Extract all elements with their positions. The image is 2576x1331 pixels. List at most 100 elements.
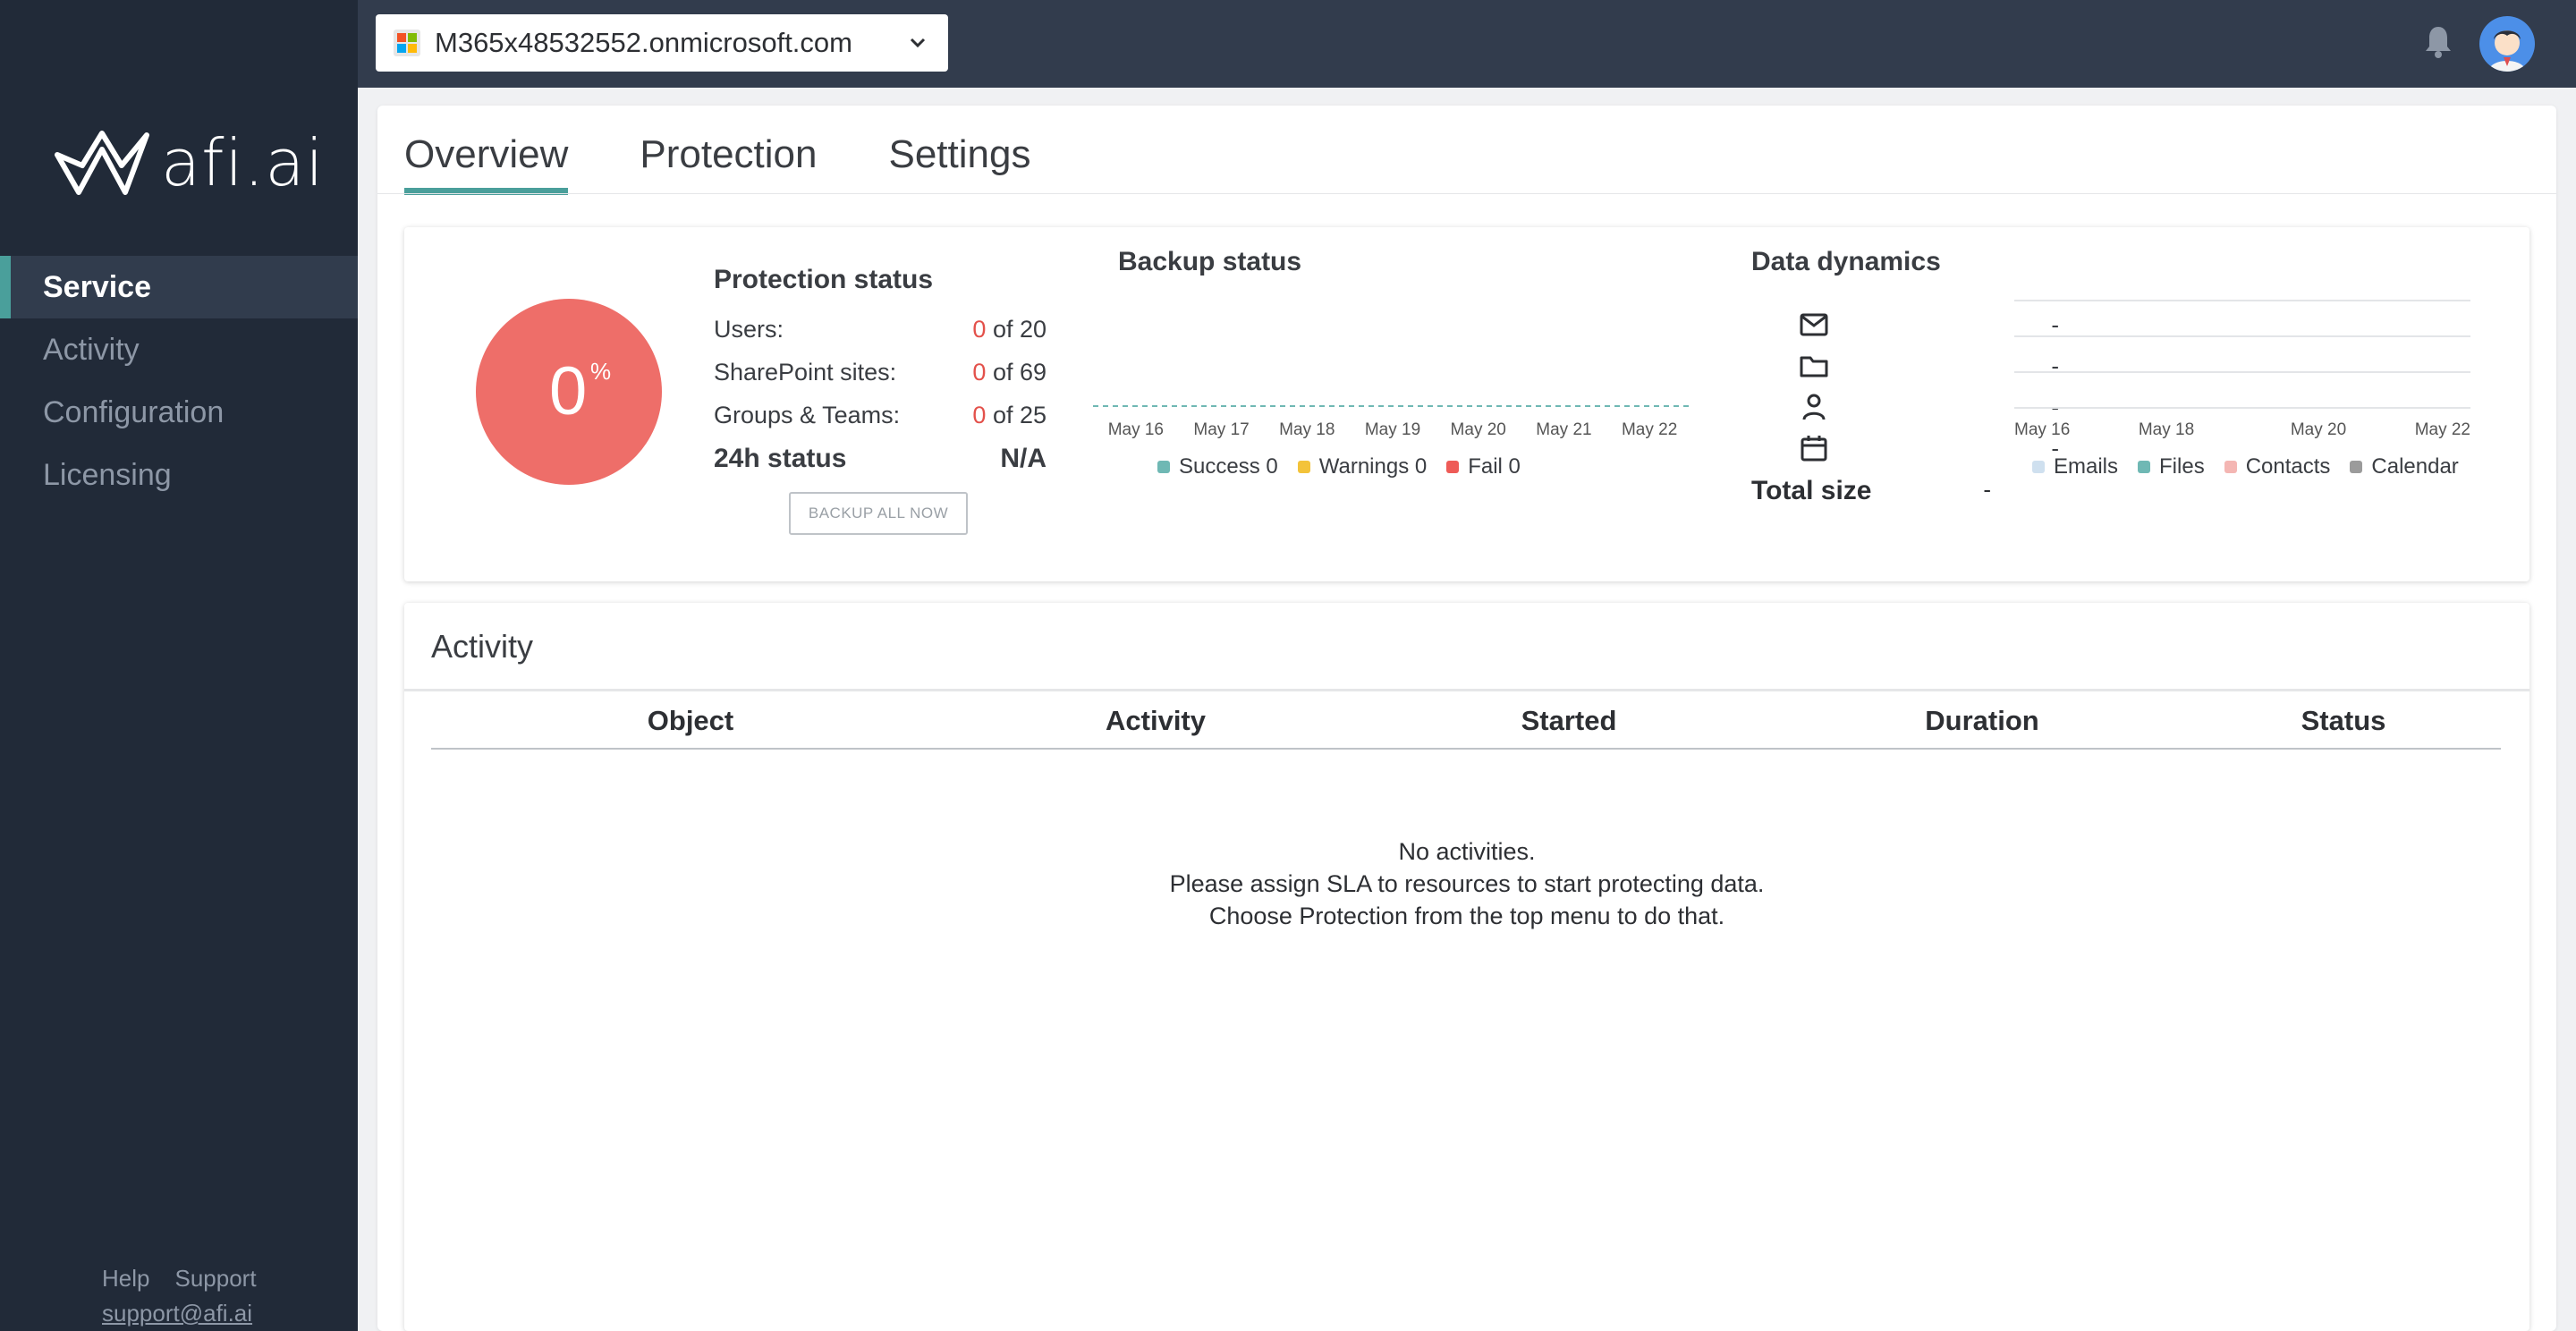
x-tick-label: May 16 xyxy=(1108,420,1164,439)
help-link[interactable]: Help xyxy=(102,1265,149,1293)
brand-logo[interactable]: afi.ai xyxy=(52,125,324,200)
legend-success-label: Success 0 xyxy=(1179,454,1278,479)
total-size-label: Total size xyxy=(1751,476,1872,505)
top-bar: M365x48532552.onmicrosoft.com xyxy=(358,0,2576,88)
x-tick-label: May 20 xyxy=(2291,420,2346,439)
activity-divider xyxy=(404,689,2529,691)
sharepoint-label: SharePoint sites: xyxy=(714,358,897,386)
protection-percent-circle: 0 % xyxy=(476,299,662,485)
legend-warnings-label: Warnings 0 xyxy=(1318,454,1428,479)
brand-name: afi.ai xyxy=(161,125,325,200)
x-tick-label: May 22 xyxy=(2415,420,2470,439)
percent-sign: % xyxy=(590,358,612,385)
legend-contacts[interactable]: Contacts xyxy=(2224,454,2331,479)
groups-count: 0 xyxy=(972,401,987,428)
empty-state: No activities. Please assign SLA to reso… xyxy=(404,835,2529,932)
column-duration[interactable]: Duration xyxy=(1925,705,2038,737)
x-tick-label: May 18 xyxy=(1279,420,1335,439)
overview-card: 0 % Protection status Users: 0 of 20 Sha… xyxy=(404,227,2529,581)
legend-contacts-label: Contacts xyxy=(2245,454,2331,479)
data-dynamics-legend: Emails Files Contacts Calendar xyxy=(2032,454,2459,479)
data-dynamics-title: Data dynamics xyxy=(1751,247,1941,276)
tabs-divider xyxy=(377,193,2556,194)
x-tick-label: May 16 xyxy=(2014,420,2070,439)
legend-emails-label: Emails xyxy=(2054,454,2119,479)
24h-status-label: 24h status xyxy=(714,444,847,473)
users-row: Users: 0 of 20 xyxy=(714,308,1046,351)
tenant-selector[interactable]: M365x48532552.onmicrosoft.com xyxy=(376,14,948,72)
protection-status-title: Protection status xyxy=(714,265,934,294)
users-total: of 20 xyxy=(992,315,1046,343)
24h-status-value: N/A xyxy=(1000,444,1046,473)
support-email-link[interactable]: support@afi.ai xyxy=(102,1300,257,1327)
legend-fail[interactable]: Fail 0 xyxy=(1446,454,1521,479)
x-tick-label: May 18 xyxy=(2139,420,2194,439)
sidebar-item-licensing[interactable]: Licensing xyxy=(0,444,358,506)
folder-icon xyxy=(1800,356,1828,377)
activity-card: Activity Object Activity Started Duratio… xyxy=(404,603,2529,1331)
sidebar-nav: Service Activity Configuration Licensing xyxy=(0,256,358,506)
legend-files[interactable]: Files xyxy=(2138,454,2205,479)
sharepoint-count: 0 xyxy=(972,358,987,386)
total-size-value: - xyxy=(1983,476,1991,503)
chevron-down-icon xyxy=(910,38,926,48)
microsoft-logo-icon xyxy=(394,30,420,56)
24h-status-row: 24h status N/A xyxy=(714,444,1046,474)
tabs: Overview Protection Settings xyxy=(404,132,1030,195)
legend-calendar[interactable]: Calendar xyxy=(2350,454,2459,479)
x-tick-label: May 20 xyxy=(1451,420,1506,439)
tab-overview[interactable]: Overview xyxy=(404,132,569,195)
legend-files-label: Files xyxy=(2159,454,2205,479)
legend-calendar-label: Calendar xyxy=(2371,454,2459,479)
legend-fail-label: Fail 0 xyxy=(1468,454,1521,479)
crown-icon xyxy=(55,131,149,195)
main-panel: Overview Protection Settings 0 % Protect… xyxy=(377,106,2556,1331)
activity-title: Activity xyxy=(431,628,534,665)
backup-status-title: Backup status xyxy=(1118,247,1302,276)
column-object[interactable]: Object xyxy=(648,705,733,737)
legend-emails[interactable]: Emails xyxy=(2032,454,2118,479)
sidebar-item-activity[interactable]: Activity xyxy=(0,318,358,381)
tab-settings[interactable]: Settings xyxy=(888,132,1030,195)
data-dynamics-chart: May 16 May 18 May 20 May 22 xyxy=(2014,300,2470,439)
total-size-row: Total size - xyxy=(1751,476,1991,506)
legend-success[interactable]: Success 0 xyxy=(1157,454,1278,479)
x-tick-label: May 21 xyxy=(1536,420,1591,439)
x-tick-label: May 22 xyxy=(1622,420,1677,439)
empty-state-line-1: No activities. xyxy=(1398,838,1536,865)
x-tick-label: May 17 xyxy=(1193,420,1249,439)
empty-state-line-3: Choose Protection from the top menu to d… xyxy=(1208,903,1725,929)
mail-icon xyxy=(1800,313,1828,336)
tenant-name: M365x48532552.onmicrosoft.com xyxy=(435,27,852,58)
empty-state-line-2: Please assign SLA to resources to start … xyxy=(1169,870,1765,897)
column-status[interactable]: Status xyxy=(2301,705,2386,737)
protection-status: Protection status Users: 0 of 20 SharePo… xyxy=(714,265,1046,474)
sidebar-item-service[interactable]: Service xyxy=(0,256,358,318)
calendar-icon xyxy=(1801,436,1827,462)
groups-total: of 25 xyxy=(992,401,1046,428)
bell-icon[interactable] xyxy=(2424,25,2453,59)
users-label: Users: xyxy=(714,315,784,343)
groups-label: Groups & Teams: xyxy=(714,401,901,428)
users-count: 0 xyxy=(972,315,987,343)
column-activity[interactable]: Activity xyxy=(1106,705,1206,737)
person-icon xyxy=(1802,394,1826,420)
sharepoint-row: SharePoint sites: 0 of 69 xyxy=(714,351,1046,394)
backup-status-chart: May 16 May 17 May 18 May 19 May 20 May 21 May … xyxy=(1093,405,1692,439)
backup-status-legend: Success 0 Warnings 0 Fail 0 xyxy=(1157,454,1521,479)
avatar-icon xyxy=(2488,30,2526,72)
support-link[interactable]: Support xyxy=(174,1265,256,1293)
backup-all-now-button[interactable]: BACKUP ALL NOW xyxy=(789,492,968,535)
sidebar: afi.ai Service Activity Configuration Li… xyxy=(0,0,358,1331)
x-tick-label: May 19 xyxy=(1365,420,1420,439)
legend-warnings[interactable]: Warnings 0 xyxy=(1297,454,1428,479)
user-avatar[interactable] xyxy=(2479,16,2535,72)
tab-protection[interactable]: Protection xyxy=(640,132,817,195)
groups-row: Groups & Teams: 0 of 25 xyxy=(714,394,1046,437)
sidebar-item-configuration[interactable]: Configuration xyxy=(0,381,358,444)
column-started[interactable]: Started xyxy=(1521,705,1617,737)
activity-table-header: Object Activity Started Duration Status xyxy=(431,692,2501,750)
protection-percent: 0 xyxy=(549,353,588,429)
sidebar-footer: Help Support support@afi.ai xyxy=(102,1265,257,1327)
sharepoint-total: of 69 xyxy=(992,358,1046,386)
